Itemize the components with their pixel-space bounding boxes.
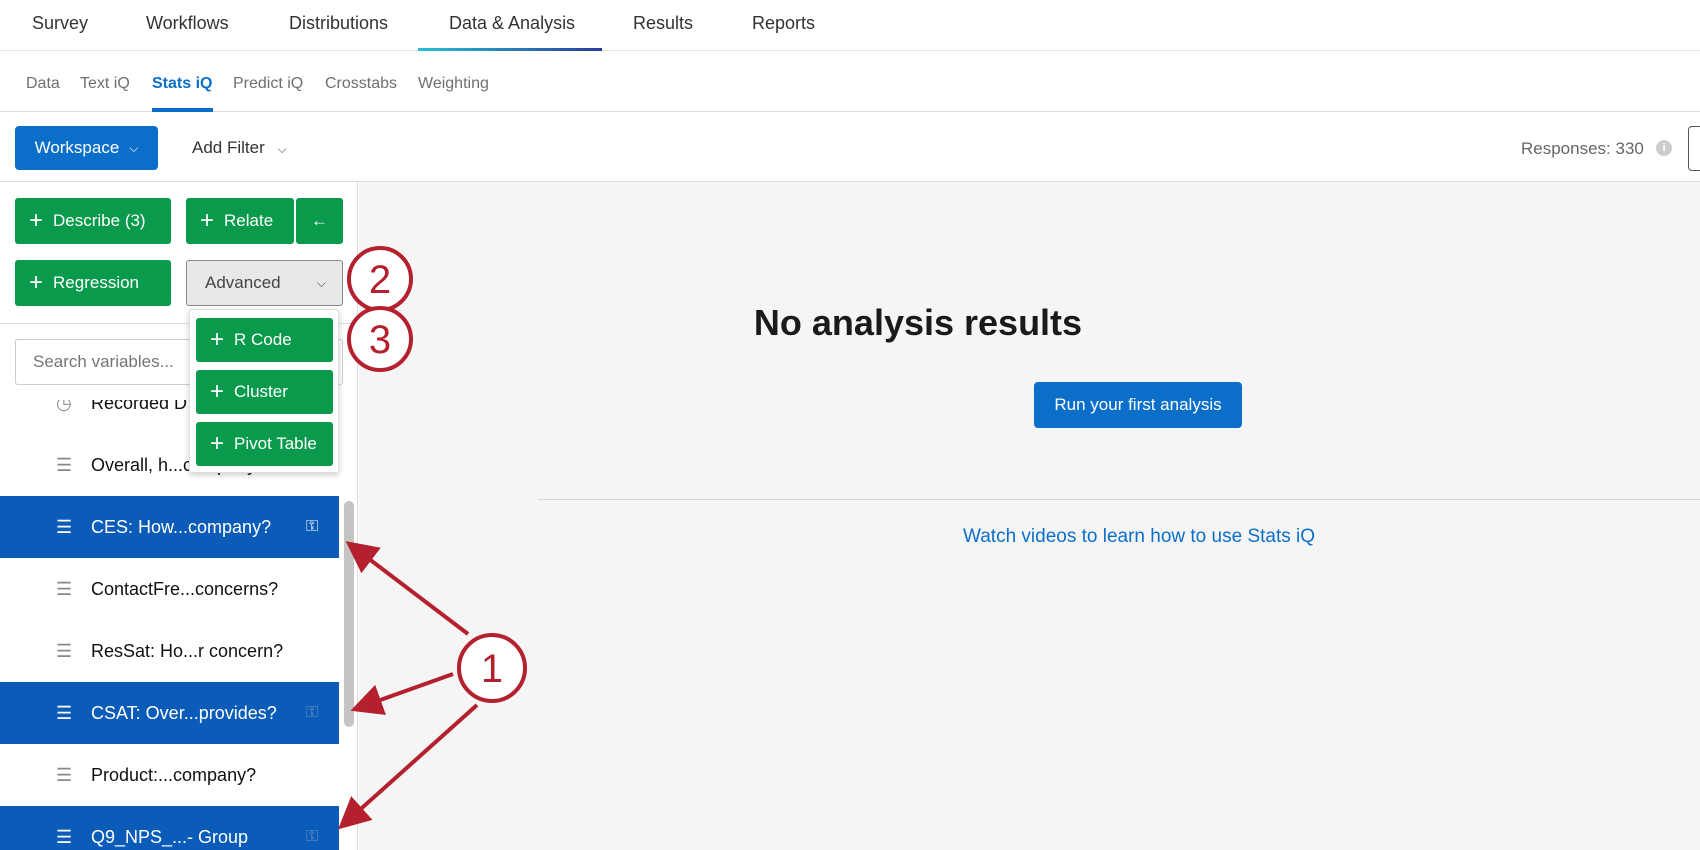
variable-label: Product:...company? [91, 764, 257, 785]
subtab-weighting[interactable]: Weighting [418, 75, 489, 93]
cluster-option[interactable]: + Cluster [196, 370, 333, 414]
responses-count: Responses: 330 [1521, 139, 1644, 158]
main-area: No analysis results Run your first analy… [359, 182, 1700, 850]
list-icon: ☰ [56, 640, 73, 661]
tab-data-analysis[interactable]: Data & Analysis [449, 13, 575, 34]
tab-distributions[interactable]: Distributions [289, 13, 388, 34]
key-icon[interactable]: ⚿ [306, 828, 318, 846]
plus-icon: + [210, 378, 225, 405]
variable-label: Recorded D [91, 400, 188, 413]
run-first-analysis-button[interactable]: Run your first analysis [1034, 382, 1242, 428]
subtab-crosstabs[interactable]: Crosstabs [325, 75, 397, 93]
key-icon[interactable]: ⚿ [306, 704, 318, 722]
list-icon: ☰ [56, 764, 73, 785]
variable-row[interactable]: ☰ ResSat: Ho...r concern? [0, 620, 339, 682]
list-icon: ☰ [56, 826, 73, 847]
variable-label: CSAT: Over...provides? [91, 702, 277, 723]
variable-row[interactable]: ☰ Product:...company? [0, 744, 339, 806]
list-icon: ☰ [56, 578, 73, 599]
add-filter-button[interactable]: Add Filter ⌵ [192, 138, 287, 158]
relate-button[interactable]: + Relate [186, 198, 294, 244]
divider [538, 499, 1700, 500]
describe-button[interactable]: + Describe (3) [15, 198, 171, 244]
variable-label: ResSat: Ho...r concern? [91, 640, 284, 661]
list-icon: ☰ [56, 454, 73, 475]
info-icon[interactable]: i [1656, 140, 1672, 156]
relate-label: Relate [224, 211, 274, 230]
plus-icon: + [29, 207, 44, 234]
key-icon[interactable]: ⚿ [306, 518, 318, 536]
describe-label: Describe (3) [53, 211, 146, 230]
top-nav: Survey Workflows Distributions Data & An… [0, 0, 1700, 51]
empty-state-title: No analysis results [753, 302, 1083, 343]
tab-survey[interactable]: Survey [32, 13, 88, 34]
plus-icon: + [200, 207, 215, 234]
chevron-down-icon: ⌵ [129, 140, 139, 155]
arrow-left-icon: ← [311, 211, 328, 230]
variable-label: ContactFre...concerns? [91, 578, 279, 599]
workspace-label: Workspace [34, 138, 120, 157]
variable-row[interactable]: ☰ Q9_NPS_...- Group ⚿ [0, 806, 339, 850]
chevron-down-icon: ⌵ [277, 142, 287, 156]
chevron-down-icon: ⌵ [316, 275, 326, 290]
subtab-stats-iq[interactable]: Stats iQ [152, 75, 212, 93]
scrollbar[interactable] [344, 501, 354, 727]
advanced-dropdown[interactable]: Advanced ⌵ [186, 260, 343, 306]
variable-label: Q9_NPS_...- Group [91, 826, 249, 847]
sub-nav: Data Text iQ Stats iQ Predict iQ Crossta… [0, 51, 1700, 112]
watch-videos-link[interactable]: Watch videos to learn how to use Stats i… [963, 526, 1315, 548]
left-panel: + Describe (3) + Relate ← + Regression Adva… [0, 182, 358, 850]
tab-reports[interactable]: Reports [752, 13, 815, 34]
variable-label: CES: How...company? [91, 516, 272, 537]
add-filter-label: Add Filter [192, 138, 265, 157]
variable-row[interactable]: ☰ ContactFre...concerns? [0, 558, 339, 620]
variable-row[interactable]: ☰ CSAT: Over...provides? ⚿ [0, 682, 339, 744]
pivot-table-option[interactable]: + Pivot Table [196, 422, 333, 466]
plus-icon: + [210, 430, 225, 457]
subtab-data[interactable]: Data [26, 75, 60, 93]
tab-workflows[interactable]: Workflows [146, 13, 229, 34]
regression-button[interactable]: + Regression [15, 260, 171, 306]
advanced-label: Advanced [205, 273, 281, 292]
list-icon: ☰ [56, 702, 73, 723]
subtab-text-iq[interactable]: Text iQ [80, 75, 130, 93]
pivot-table-label: Pivot Table [234, 434, 317, 453]
clock-icon: ◷ [56, 400, 72, 413]
relate-swap-button[interactable]: ← [296, 198, 343, 244]
variable-row[interactable]: ☰ CES: How...company? ⚿ [0, 496, 339, 558]
regression-label: Regression [53, 273, 140, 292]
list-icon: ☰ [56, 516, 73, 537]
toolbar-button-partial[interactable] [1688, 126, 1700, 171]
plus-icon: + [29, 269, 44, 296]
cluster-label: Cluster [234, 382, 288, 401]
toolbar: Workspace ⌵ Add Filter ⌵ Responses: 330 … [0, 112, 1700, 182]
subtab-predict-iq[interactable]: Predict iQ [233, 75, 303, 93]
workspace-button[interactable]: Workspace ⌵ [15, 126, 158, 170]
tab-results[interactable]: Results [633, 13, 693, 34]
